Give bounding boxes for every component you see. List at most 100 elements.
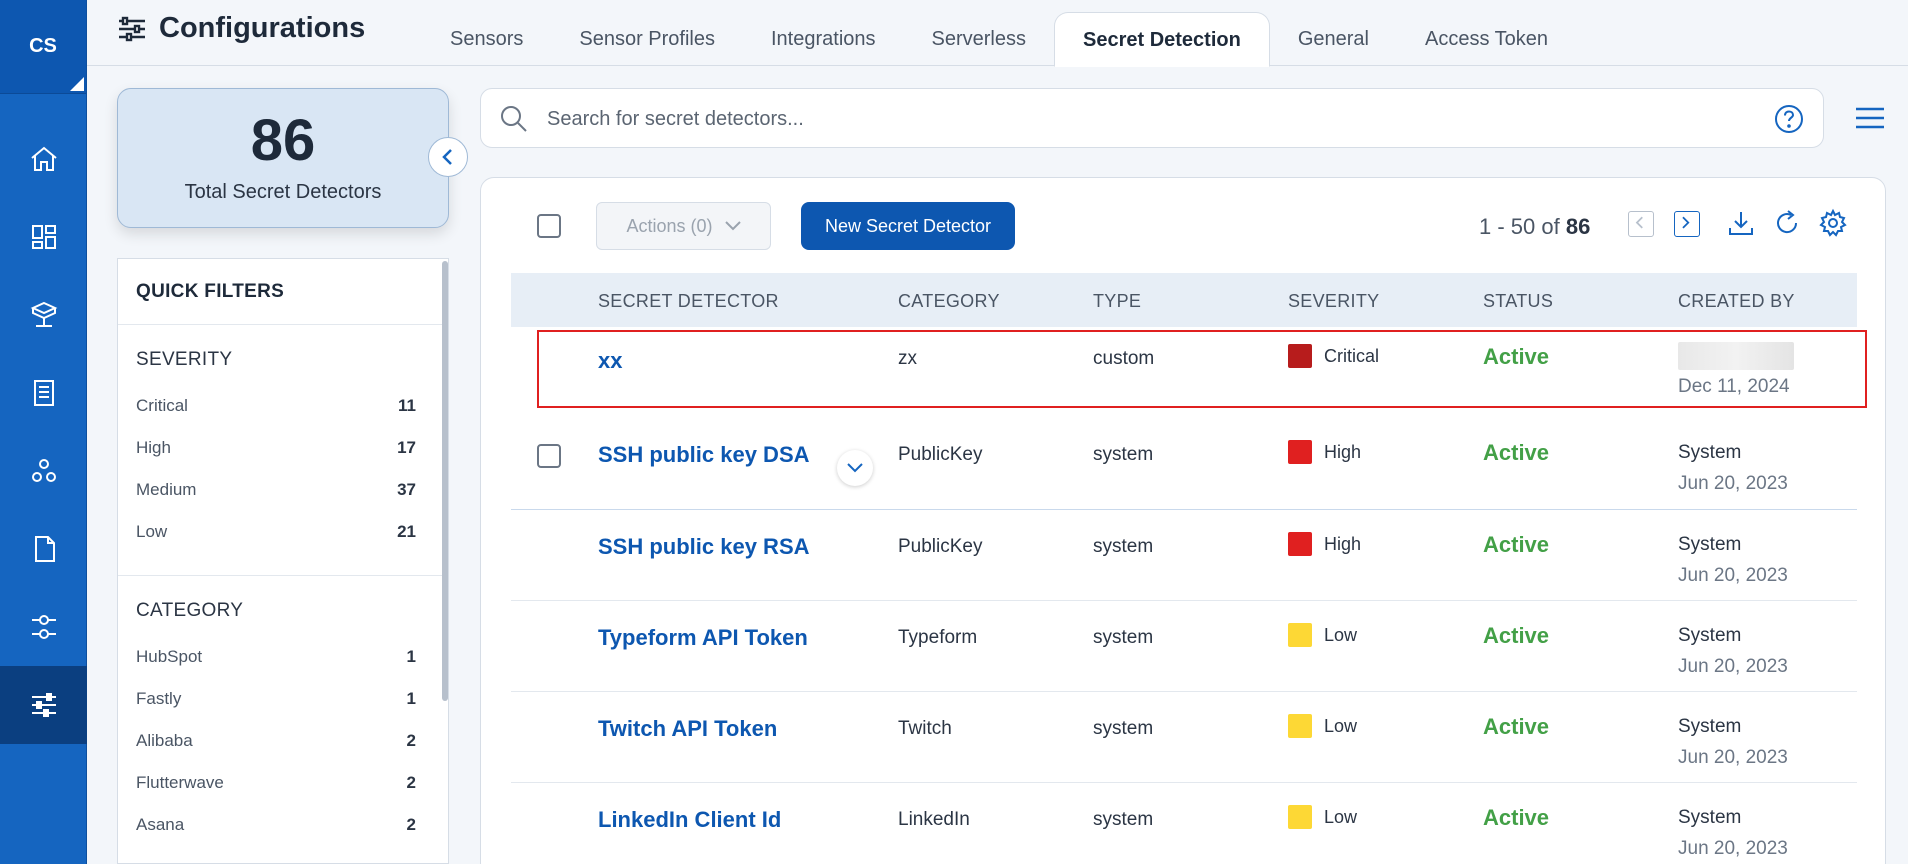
nav-cloud[interactable] (0, 276, 87, 354)
tabs: Sensors Sensor Profiles Integrations Ser… (422, 12, 1576, 67)
category-cell: Twitch (898, 718, 952, 739)
chevron-down-icon (724, 221, 741, 231)
file-icon (34, 536, 55, 562)
tab-general[interactable]: General (1270, 12, 1397, 66)
filter-severity-critical[interactable]: Critical 11 (118, 385, 448, 427)
type-cell: custom (1093, 348, 1155, 369)
row-checkbox[interactable] (537, 444, 561, 468)
category-cell: PublicKey (898, 444, 983, 465)
refresh-icon (1777, 210, 1798, 234)
detector-name-link[interactable]: Twitch API Token (598, 716, 777, 742)
nav-graph[interactable] (0, 432, 87, 510)
flow-check-icon (31, 615, 56, 639)
status-badge: Active (1483, 344, 1550, 369)
table-row[interactable]: SSH public key RSA PublicKey system High… (511, 510, 1857, 601)
tab-integrations[interactable]: Integrations (743, 12, 904, 66)
type-cell: system (1093, 809, 1154, 830)
detector-name-link[interactable]: xx (598, 348, 622, 374)
cube-network-icon (30, 301, 57, 327)
table-row[interactable]: Twitch API Token Twitch system Low Activ… (511, 692, 1857, 783)
created-date: Jun 20, 2023 (1678, 838, 1788, 859)
collapse-sidebar-button[interactable] (428, 137, 468, 177)
settings-button[interactable] (1818, 208, 1848, 238)
detector-name-link[interactable]: Typeform API Token (598, 625, 808, 651)
filter-count: 2 (406, 731, 416, 750)
filter-label: Medium (136, 480, 197, 499)
filter-category-hubspot[interactable]: HubSpot 1 (118, 636, 448, 678)
app-logo[interactable]: CS (0, 0, 86, 94)
chevron-left-icon (1635, 216, 1643, 229)
nav-dashboard[interactable] (0, 198, 87, 276)
filter-severity-low[interactable]: Low 21 (118, 511, 448, 553)
detector-name-link[interactable]: SSH public key DSA (598, 442, 810, 468)
filter-category-flutterwave[interactable]: Flutterwave 2 (118, 762, 448, 804)
table-row[interactable]: Typeform API Token Typeform system Low A… (511, 601, 1857, 692)
severity-filter-title: SEVERITY (136, 349, 233, 370)
created-by-cell: System Jun 20, 2023 (1678, 625, 1788, 678)
created-by-cell: System Jun 20, 2023 (1678, 716, 1788, 769)
col-status[interactable]: STATUS (1483, 291, 1553, 312)
row-expand-button[interactable] (837, 450, 873, 486)
category-cell: LinkedIn (898, 809, 970, 830)
new-secret-detector-button[interactable]: New Secret Detector (801, 202, 1015, 250)
created-date: Dec 11, 2024 (1678, 376, 1790, 397)
select-all-checkbox[interactable] (537, 214, 561, 238)
severity-cell: Critical (1288, 344, 1379, 368)
table-row[interactable]: LinkedIn Client Id LinkedIn system Low A… (511, 783, 1857, 864)
created-date: Jun 20, 2023 (1678, 565, 1788, 586)
col-type[interactable]: TYPE (1093, 291, 1141, 312)
help-icon[interactable] (1773, 103, 1805, 135)
created-date: Jun 20, 2023 (1678, 656, 1788, 677)
tab-access-token[interactable]: Access Token (1397, 12, 1576, 66)
filters-scrollbar[interactable] (442, 261, 448, 701)
filter-count: 21 (397, 522, 416, 541)
filter-category-asana[interactable]: Asana 2 (118, 804, 448, 846)
category-filter-title: CATEGORY (136, 600, 244, 621)
table-row[interactable]: SSH public key DSA PublicKey system High… (511, 418, 1857, 510)
table-row[interactable]: xx zx custom Critical Active Dec 11, 202… (537, 330, 1867, 408)
status-badge: Active (1483, 623, 1550, 648)
summary-card: 86 Total Secret Detectors (117, 88, 449, 228)
refresh-button[interactable] (1772, 208, 1802, 238)
filter-category-fastly[interactable]: Fastly 1 (118, 678, 448, 720)
filter-label: Alibaba (136, 731, 193, 750)
actions-dropdown[interactable]: Actions (0) (596, 202, 771, 250)
col-secret-detector[interactable]: SECRET DETECTOR (598, 291, 779, 312)
col-category[interactable]: CATEGORY (898, 291, 1000, 312)
next-page-button[interactable] (1674, 211, 1700, 237)
severity-label: High (1324, 441, 1362, 462)
tab-serverless[interactable]: Serverless (904, 12, 1054, 66)
tab-sensor-profiles[interactable]: Sensor Profiles (551, 12, 743, 66)
paging-total: 86 (1565, 214, 1591, 239)
severity-cell: Low (1288, 623, 1357, 647)
tab-sensors[interactable]: Sensors (422, 12, 551, 66)
download-button[interactable] (1726, 208, 1756, 238)
total-count: 86 (250, 108, 316, 173)
header: Configurations Sensors Sensor Profiles I… (87, 0, 1908, 67)
col-severity[interactable]: SEVERITY (1288, 291, 1379, 312)
col-created-by[interactable]: CREATED BY (1678, 291, 1795, 312)
filter-severity-medium[interactable]: Medium 37 (118, 469, 448, 511)
prev-page-button[interactable] (1628, 211, 1654, 237)
status-badge: Active (1483, 440, 1550, 465)
page-title-text: Configurations (159, 12, 366, 44)
severity-swatch (1288, 805, 1312, 829)
table-toolbar: Actions (0) New Secret Detector 1 - 50 o… (481, 178, 1885, 272)
filter-severity-high[interactable]: High 17 (118, 427, 448, 469)
created-by-cell: System Jun 20, 2023 (1678, 807, 1788, 860)
menu-button[interactable] (1854, 106, 1886, 130)
detector-name-link[interactable]: LinkedIn Client Id (598, 807, 781, 833)
nav-documents[interactable] (0, 510, 87, 588)
chevron-down-icon (847, 463, 863, 473)
filter-category-alibaba[interactable]: Alibaba 2 (118, 720, 448, 762)
nav-home[interactable] (0, 120, 87, 198)
detector-name-link[interactable]: SSH public key RSA (598, 534, 810, 560)
search-input[interactable] (547, 101, 1647, 137)
nav-configurations[interactable] (0, 666, 87, 744)
tab-secret-detection[interactable]: Secret Detection (1054, 12, 1270, 67)
nav-reports[interactable] (0, 354, 87, 432)
nav-rail: CS (0, 0, 87, 864)
nav-policies[interactable] (0, 588, 87, 666)
filter-label: Low (136, 522, 168, 541)
filter-count: 2 (406, 773, 416, 792)
